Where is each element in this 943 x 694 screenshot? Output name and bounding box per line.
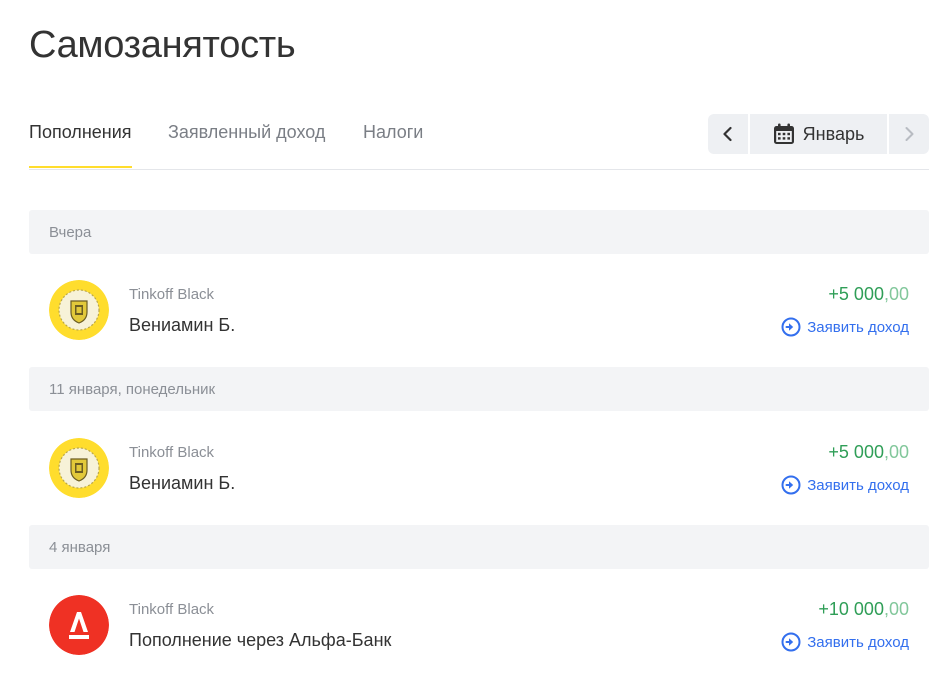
transaction-amount: +5 000,00 xyxy=(828,442,909,463)
chevron-right-icon xyxy=(905,127,914,141)
tinkoff-logo-icon xyxy=(49,280,109,340)
date-group-header: 4 января xyxy=(29,525,929,569)
transaction-source: Tinkoff Black xyxy=(129,444,215,461)
tabs-bar: Пополнения Заявленный доход Налоги Январ… xyxy=(29,110,929,170)
page-title: Самозанятость xyxy=(29,24,296,66)
date-group-header: Вчера xyxy=(29,210,929,254)
tinkoff-logo-icon xyxy=(49,438,109,498)
previous-month-button[interactable] xyxy=(708,114,748,154)
transaction-amount: +5 000,00 xyxy=(828,284,909,305)
declare-income-label: Заявить доход xyxy=(807,633,909,651)
tab-deposits[interactable]: Пополнения xyxy=(29,122,132,168)
transaction-name: Вениамин Б. xyxy=(129,315,236,335)
transaction-row[interactable]: Tinkoff Black Пополнение через Альфа-Бан… xyxy=(29,569,929,681)
tab-declared-income[interactable]: Заявленный доход xyxy=(168,122,325,168)
add-circle-icon xyxy=(781,317,801,337)
month-navigator: Январь xyxy=(708,114,929,154)
declare-income-link[interactable]: Заявить доход xyxy=(781,632,909,652)
declare-income-link[interactable]: Заявить доход xyxy=(781,475,909,495)
date-group-header: 11 января, понедельник xyxy=(29,367,929,411)
transaction-source: Tinkoff Black xyxy=(129,286,215,303)
chevron-left-icon xyxy=(723,126,732,142)
amount-integer: +5 000 xyxy=(828,284,884,304)
alfa-bank-logo-icon xyxy=(49,595,109,655)
declare-income-label: Заявить доход xyxy=(807,476,909,494)
tab-taxes[interactable]: Налоги xyxy=(363,122,423,168)
transaction-name: Вениамин Б. xyxy=(129,473,236,493)
declare-income-label: Заявить доход xyxy=(807,318,909,336)
amount-decimals: ,00 xyxy=(883,442,909,462)
add-circle-icon xyxy=(781,475,801,495)
amount-integer: +5 000 xyxy=(828,442,884,462)
transaction-name: Пополнение через Альфа-Банк xyxy=(129,630,392,650)
transaction-row[interactable]: Tinkoff Black Вениамин Б. +5 000,00 Заяв… xyxy=(29,254,929,366)
amount-decimals: ,00 xyxy=(883,599,909,619)
amount-decimals: ,00 xyxy=(883,284,909,304)
month-select-button[interactable]: Январь xyxy=(750,114,887,154)
transaction-source: Tinkoff Black xyxy=(129,601,215,618)
next-month-button[interactable] xyxy=(889,114,929,154)
transaction-amount: +10 000,00 xyxy=(818,599,909,620)
add-circle-icon xyxy=(781,632,801,652)
declare-income-link[interactable]: Заявить доход xyxy=(781,317,909,337)
calendar-icon xyxy=(773,123,794,144)
current-month-label: Январь xyxy=(802,123,865,144)
amount-integer: +10 000 xyxy=(818,599,884,619)
transaction-row[interactable]: Tinkoff Black Вениамин Б. +5 000,00 Заяв… xyxy=(29,412,929,524)
